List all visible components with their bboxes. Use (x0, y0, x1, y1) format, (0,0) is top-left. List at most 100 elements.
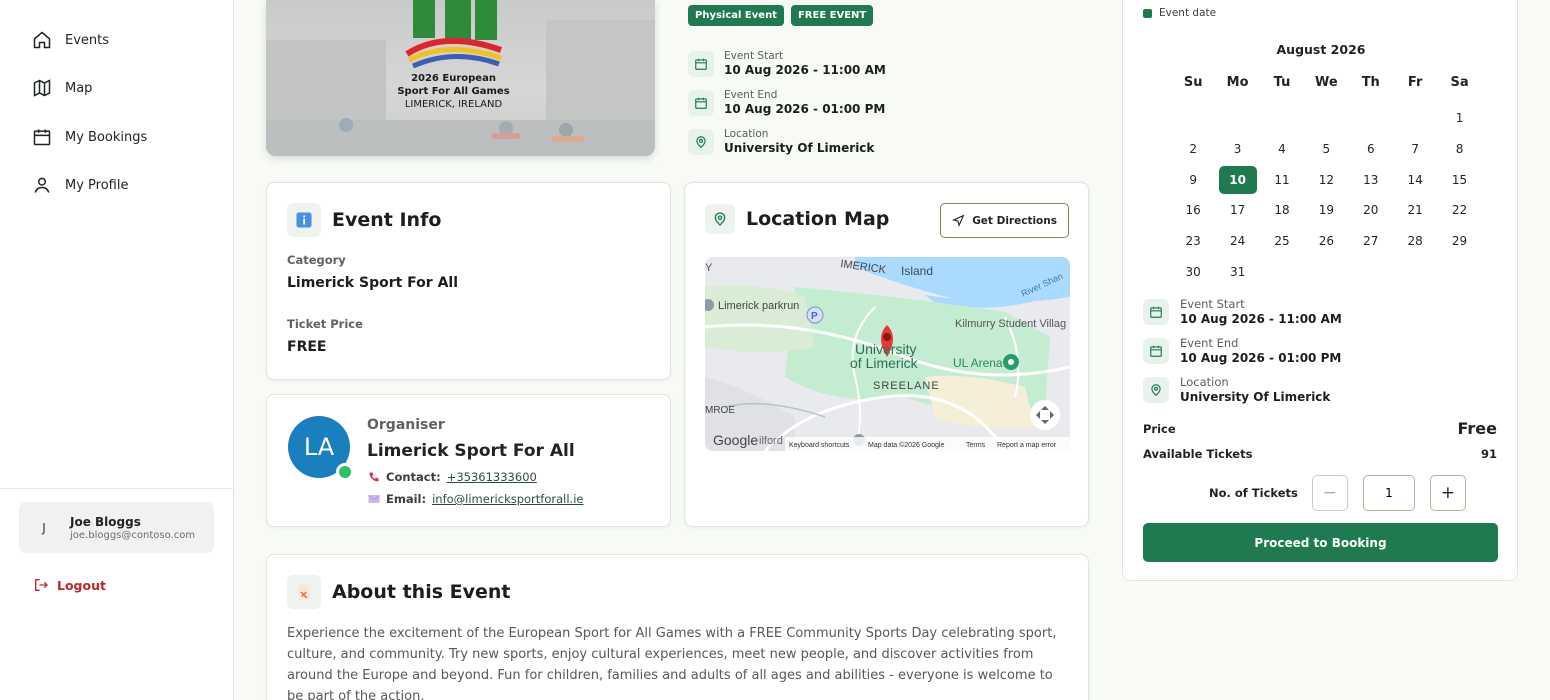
event-location-label: Location (724, 128, 769, 140)
calendar-day-number: 8 (1455, 142, 1464, 157)
google-map[interactable]: Y IMERICK Island River Shan Limerick par… (705, 257, 1070, 451)
category-value: Limerick Sport For All (287, 275, 459, 291)
calendar-day-number: 1 (1455, 111, 1464, 126)
decrement-button[interactable]: − (1311, 475, 1348, 511)
logout-button[interactable]: Logout (33, 577, 106, 593)
proceed-to-booking-button[interactable]: Proceed to Booking (1143, 523, 1498, 562)
calendar-icon (1150, 345, 1162, 357)
calendar-day[interactable]: 18 (1260, 195, 1304, 226)
calendar-weekdays: Su Mo Tu We Th Fr Sa (1171, 75, 1482, 103)
calendar-day[interactable]: 19 (1304, 195, 1348, 226)
about-event-card: About this Event Experience the exciteme… (266, 554, 1089, 700)
calendar-day[interactable]: 6 (1349, 134, 1393, 165)
calendar-day[interactable]: 11 (1260, 164, 1304, 195)
navigation-arrow-icon (952, 214, 965, 227)
calendar-day[interactable]: 12 (1304, 164, 1348, 195)
panel-event-end-row: Event End 10 Aug 2026 - 01:00 PM (1143, 336, 1341, 365)
calendar-day[interactable]: 21 (1393, 195, 1437, 226)
calendar-month: August 2026 (1276, 42, 1366, 57)
calendar-day[interactable]: 24 (1215, 226, 1259, 257)
calendar-day[interactable]: 13 (1349, 164, 1393, 195)
calendar-day[interactable]: 31 (1215, 256, 1259, 287)
calendar-day[interactable]: 26 (1304, 226, 1348, 257)
calendar-day[interactable]: 3 (1215, 134, 1259, 165)
calendar-day[interactable]: 17 (1215, 195, 1259, 226)
calendar-day[interactable]: 5 (1304, 134, 1348, 165)
calendar-day[interactable]: 29 (1437, 226, 1481, 257)
hero-line-1: 2026 European (411, 73, 496, 84)
calendar-day[interactable]: 16 (1171, 195, 1215, 226)
event-end-row: Event End 10 Aug 2026 - 01:00 PM (688, 89, 885, 116)
nav-item-events[interactable]: Events (32, 30, 109, 50)
calendar-blank (1215, 103, 1259, 134)
location-pin-icon (714, 212, 726, 226)
map-keyboard-shortcuts[interactable]: Keyboard shortcuts (789, 442, 850, 449)
event-start-value: 10 Aug 2026 - 11:00 AM (724, 63, 886, 77)
panel-event-start-row: Event Start 10 Aug 2026 - 11:00 AM (1143, 297, 1342, 326)
panel-event-end-label: Event End (1180, 336, 1239, 350)
calendar-day-selected[interactable]: 10 (1215, 164, 1259, 195)
logout-label: Logout (57, 577, 106, 593)
logout-icon (35, 579, 48, 591)
badge-physical-event: Physical Event (688, 5, 784, 26)
map-label-university-2: of Limerick (850, 355, 919, 371)
calendar-day[interactable]: 9 (1171, 164, 1215, 195)
map-canvas[interactable]: Y IMERICK Island River Shan Limerick par… (705, 257, 1070, 451)
calendar-icon (695, 58, 707, 70)
calendar-day[interactable]: 2 (1171, 134, 1215, 165)
calendar-day[interactable]: 1 (1437, 103, 1481, 134)
calendar-day-number: 10 (1218, 165, 1257, 194)
weekday-header: We (1315, 75, 1338, 90)
calendar-day[interactable]: 22 (1437, 195, 1481, 226)
calendar-day[interactable]: 14 (1393, 164, 1437, 195)
calendar-icon (695, 97, 707, 109)
ticket-price-label: Ticket Price (287, 317, 363, 331)
nav-item-map[interactable]: Map (32, 78, 92, 98)
calendar-day[interactable]: 8 (1437, 134, 1481, 165)
calendar-day[interactable]: 27 (1349, 226, 1393, 257)
panel-event-end-value: 10 Aug 2026 - 01:00 PM (1180, 351, 1342, 365)
available-tickets-label: Available Tickets (1143, 447, 1253, 461)
calendar-day[interactable]: 4 (1260, 134, 1304, 165)
event-badges: Physical Event FREE EVENT (688, 5, 874, 26)
email-label: Email: (386, 492, 427, 506)
calendar-blank (1260, 103, 1304, 134)
map-label-y: Y (705, 262, 713, 274)
calendar-day-number: 20 (1363, 203, 1379, 218)
ticket-quantity-stepper: No. of Tickets − + (1209, 475, 1466, 511)
map-report-error-link[interactable]: Report a map error (997, 442, 1057, 449)
calendar-day[interactable]: 25 (1260, 226, 1304, 257)
weekday-header: Mo (1226, 75, 1249, 90)
nav-item-my-profile[interactable]: My Profile (32, 175, 128, 195)
map-label-sreelane: SREELANE (873, 380, 940, 392)
panel-event-start-value: 10 Aug 2026 - 11:00 AM (1180, 312, 1342, 326)
event-location-value: University Of Limerick (724, 141, 875, 155)
calendar-day[interactable]: 7 (1393, 134, 1437, 165)
weekday-header: Tu (1273, 75, 1291, 90)
calendar-day-number: 27 (1363, 234, 1379, 249)
organiser-name: Limerick Sport For All (367, 441, 575, 461)
calendar-day-number: 13 (1363, 172, 1379, 187)
contact-label: Contact: (386, 470, 441, 484)
get-directions-button[interactable]: Get Directions (940, 203, 1069, 238)
increment-button[interactable]: + (1429, 475, 1466, 511)
calendar-blank (1349, 103, 1393, 134)
map-label-parking: P (811, 311, 818, 322)
calendar-day[interactable]: 30 (1171, 256, 1215, 287)
map-terms-link[interactable]: Terms (966, 442, 986, 449)
calendar-day[interactable]: 23 (1171, 226, 1215, 257)
nav-item-my-bookings[interactable]: My Bookings (32, 127, 147, 147)
map-label-kilmurry: Kilmurry Student Villag (955, 318, 1066, 330)
user-card[interactable]: J Joe Bloggs joe.bloggs@contoso.com (19, 502, 214, 553)
calendar-day[interactable]: 20 (1349, 195, 1393, 226)
ticket-quantity-input[interactable] (1362, 475, 1415, 511)
contact-phone-link[interactable]: +35361333600 (447, 470, 537, 484)
calendar-day[interactable]: 15 (1437, 164, 1481, 195)
price-value: Free (1457, 419, 1498, 438)
map-label-parkrun: Limerick parkrun (718, 300, 799, 312)
calendar-day[interactable]: 28 (1393, 226, 1437, 257)
calendar-icon (33, 129, 51, 146)
location-map-title: Location Map (746, 208, 890, 230)
email-link[interactable]: info@limericksportforall.ie (432, 492, 583, 506)
panel-location-row: Location University Of Limerick (1143, 375, 1330, 404)
